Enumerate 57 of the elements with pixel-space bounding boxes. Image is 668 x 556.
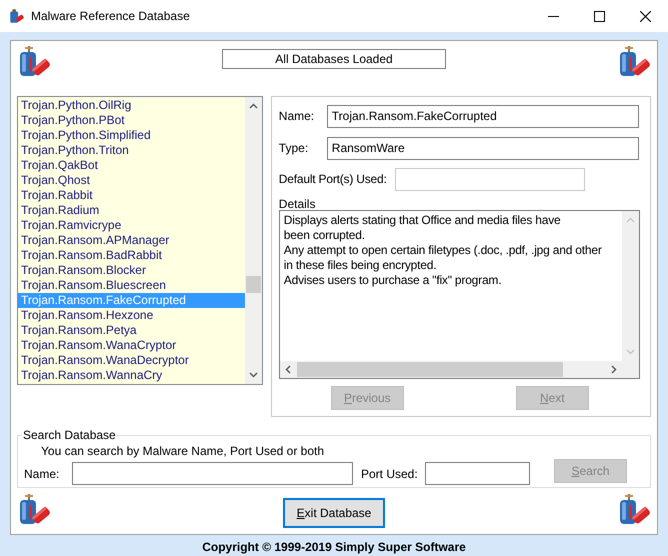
field-label: Default Port(s) Used:	[278, 171, 388, 188]
name-field[interactable]: Trojan.Ransom.FakeCorrupted	[326, 104, 639, 128]
details-text: Advises users to purchase a "fix" program.	[284, 273, 502, 288]
field-label: Type:	[278, 140, 310, 157]
list-item[interactable]: Trojan.Python.Simplified	[18, 128, 245, 143]
list-item[interactable]: Trojan.Python.Triton	[18, 143, 245, 158]
search-hint: You can search by Malware Name, Port Used or both	[40, 444, 326, 458]
scroll-down-icon[interactable]	[248, 372, 258, 378]
field-label: Name:	[278, 108, 316, 125]
malware-list[interactable]	[17, 96, 263, 385]
field-label: Port Used:	[361, 466, 419, 482]
list-item[interactable]: Trojan.Ransom.WanaDecryptor	[18, 353, 245, 368]
scrollbar-thumb[interactable]	[296, 362, 563, 377]
list-item[interactable]: Trojan.Python.PBot	[18, 113, 245, 128]
list-item[interactable]: Trojan.Ransom.Bluescreen	[18, 278, 245, 293]
scroll-up-icon[interactable]	[248, 103, 258, 109]
list-item[interactable]: Trojan.Ransom.Blocker	[18, 263, 245, 278]
canister-dynamite-icon	[617, 493, 651, 527]
list-item[interactable]: Trojan.Radium	[18, 203, 245, 218]
details-text: Displays alerts stating that Office and media files have	[284, 213, 561, 228]
port-field[interactable]	[394, 168, 585, 190]
scrollbar[interactable]	[280, 361, 639, 378]
scrollbar-thumb[interactable]	[246, 276, 261, 293]
window-title: Malware Reference Database	[31, 8, 190, 25]
scrollbar[interactable]	[244, 97, 262, 384]
field-label: Name:	[24, 466, 60, 482]
scroll-left-icon[interactable]	[284, 365, 291, 374]
list-item[interactable]: Trojan.Qhost	[18, 173, 245, 188]
details-text: in these files being encrypted.	[284, 258, 436, 273]
list-item[interactable]: Trojan.Ransom.WanaCryptor	[18, 338, 245, 353]
list-item[interactable]: Trojan.Ransom.BadRabbit	[18, 248, 245, 263]
exit-button[interactable]: Exit Database	[283, 498, 385, 528]
details-label: Details	[278, 196, 316, 210]
details-text: Any attempt to open certain filetypes (.doc, .pdf, .jpg and other	[284, 243, 602, 258]
canister-dynamite-icon	[17, 493, 51, 527]
port-search-field[interactable]	[425, 462, 530, 485]
list-item[interactable]: Trojan.Ramvicrype	[18, 218, 245, 233]
list-item[interactable]: Trojan.Ransom.APManager	[18, 233, 245, 248]
type-field[interactable]: RansomWare	[326, 136, 639, 160]
list-item[interactable]: Trojan.Ransom.Hexzone	[18, 308, 245, 323]
list-item[interactable]: Trojan.Rabbit	[18, 188, 245, 203]
list-item[interactable]: Trojan.Ransom.WannaCry	[18, 368, 245, 383]
name-search-field[interactable]	[72, 462, 353, 485]
list-item[interactable]: Trojan.Ransom.Petya	[18, 323, 245, 338]
canister-dynamite-icon	[617, 45, 651, 79]
details-text: been corrupted.	[284, 228, 365, 243]
group-title: Search Database	[22, 427, 117, 444]
status-box: All Databases Loaded	[222, 49, 446, 69]
details-box[interactable]	[278, 210, 640, 379]
app-icon	[8, 7, 26, 25]
scroll-right-icon[interactable]	[610, 365, 617, 374]
maximize-icon	[594, 10, 604, 22]
close-icon	[640, 10, 650, 22]
canister-dynamite-icon	[17, 45, 51, 79]
list-item[interactable]: Trojan.Python.OilRig	[18, 98, 245, 113]
copyright-text: Copyright © 1999-2019 Simply Super Software	[201, 540, 467, 554]
list-item[interactable]: Trojan.QakBot	[18, 158, 245, 173]
